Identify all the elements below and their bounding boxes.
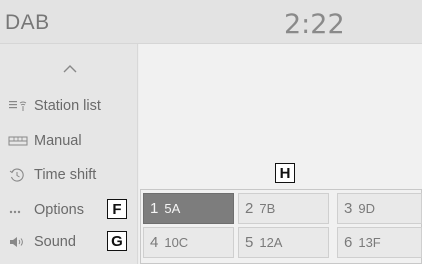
preset-button-5[interactable]: 5 12A [238, 227, 329, 258]
preset-number: 2 [245, 200, 254, 217]
preset-button-4[interactable]: 4 10C [143, 227, 234, 258]
preset-station: 9D [358, 201, 375, 216]
preset-station: 10C [164, 235, 189, 250]
preset-number: 1 [150, 200, 159, 217]
preset-station: 12A [259, 235, 283, 250]
preset-station: 13F [358, 235, 381, 250]
menu-item-label: Station list [34, 98, 101, 114]
preset-button-2[interactable]: 2 7B [238, 193, 329, 224]
menu-item-station-list[interactable]: Station list [8, 95, 101, 117]
preset-button-3[interactable]: 3 9D [337, 193, 422, 224]
preset-button-1[interactable]: 1 5A [143, 193, 234, 224]
callout-label-options: F [107, 199, 127, 219]
scroll-up-chevron-icon[interactable] [63, 64, 77, 74]
station-list-icon [8, 99, 30, 113]
time-shift-icon [8, 168, 30, 182]
menu-item-options[interactable]: Options [8, 199, 84, 221]
menu-item-label: Time shift [34, 167, 97, 183]
preset-button-6[interactable]: 6 13F [337, 227, 422, 258]
preset-number: 3 [344, 200, 353, 217]
menu-item-time-shift[interactable]: Time shift [8, 164, 96, 186]
preset-number: 5 [245, 234, 254, 251]
preset-station: 7B [259, 201, 276, 216]
options-icon [8, 203, 30, 217]
callout-label-sound: G [107, 231, 127, 251]
menu-item-label: Manual [34, 133, 82, 149]
menu-item-sound[interactable]: Sound [8, 231, 76, 253]
preset-number: 6 [344, 234, 353, 251]
manual-tuning-icon [8, 134, 30, 148]
dab-screen: DAB 2:22 Station list Manual Time shift … [0, 0, 422, 264]
preset-station: 5A [164, 201, 181, 216]
menu-item-label: Options [34, 202, 84, 218]
clock: 2:22 [284, 9, 345, 40]
speaker-icon [8, 235, 30, 249]
preset-number: 4 [150, 234, 159, 251]
menu-item-manual[interactable]: Manual [8, 130, 82, 152]
audio-source-label: DAB [5, 11, 50, 34]
status-bar: DAB 2:22 [0, 0, 422, 44]
menu-item-label: Sound [34, 234, 76, 250]
callout-label-presets: H [275, 163, 295, 183]
